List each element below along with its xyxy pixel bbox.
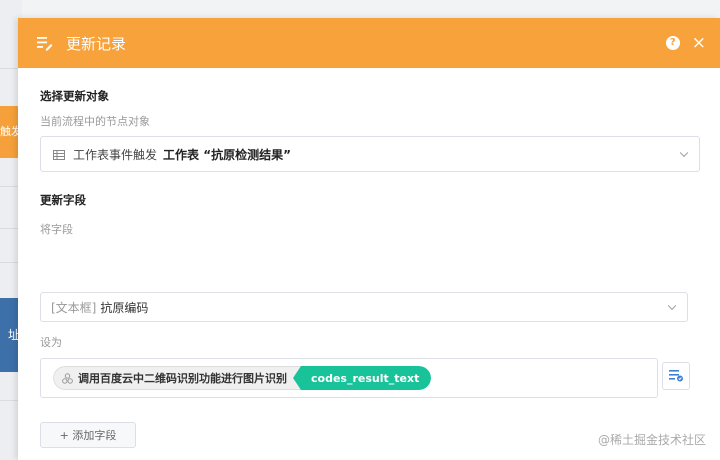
field-picker-button[interactable]: [662, 362, 690, 390]
chevron-down-icon: [679, 148, 689, 158]
target-select-value: 工作表 “抗原检测结果”: [163, 147, 291, 162]
chevron-down-icon: [667, 301, 677, 311]
target-select[interactable]: 工作表事件触发 工作表 “抗原检测结果”: [40, 136, 700, 172]
fields-section-title: 更新字段: [40, 193, 86, 207]
list-check-icon: [668, 367, 684, 386]
panel-title: 更新记录: [66, 34, 127, 53]
add-field-button[interactable]: + 添加字段: [40, 422, 136, 448]
target-section-title: 选择更新对象: [40, 89, 109, 103]
watermark: @稀土掘金技术社区: [597, 433, 706, 447]
token-node-label: 调用百度云中二维码识别功能进行图片识别: [78, 372, 287, 385]
target-select-prefix: 工作表事件触发: [73, 147, 158, 162]
dynamic-value-token[interactable]: 调用百度云中二维码识别功能进行图片识别 codes_result_text: [53, 366, 432, 390]
node-icon: [62, 372, 73, 384]
field-type: [文本框]: [51, 300, 97, 315]
target-hint: 当前流程中的节点对象: [40, 115, 150, 128]
set-value-input[interactable]: 调用百度云中二维码识别功能进行图片识别 codes_result_text: [40, 358, 658, 398]
help-icon[interactable]: ?: [665, 36, 680, 50]
edit-list-icon: [36, 34, 54, 52]
token-node: 调用百度云中二维码识别功能进行图片识别: [53, 366, 301, 390]
panel-header: 更新记录 ? ×: [18, 18, 720, 68]
field-label: 将字段: [40, 223, 73, 236]
set-label: 设为: [40, 336, 62, 349]
field-select[interactable]: [文本框] 抗原编码: [40, 292, 688, 322]
field-name: 抗原编码: [100, 300, 149, 315]
token-field: codes_result_text: [292, 366, 432, 390]
close-icon[interactable]: ×: [692, 35, 706, 52]
panel-body: 选择更新对象 当前流程中的节点对象 工作表事件触发 工作表 “抗原检测结果” 更…: [18, 68, 720, 460]
table-icon: [53, 149, 65, 160]
update-record-panel: 更新记录 ? × 选择更新对象 当前流程中的节点对象 工作表事件触发 工作表 “…: [18, 18, 720, 460]
